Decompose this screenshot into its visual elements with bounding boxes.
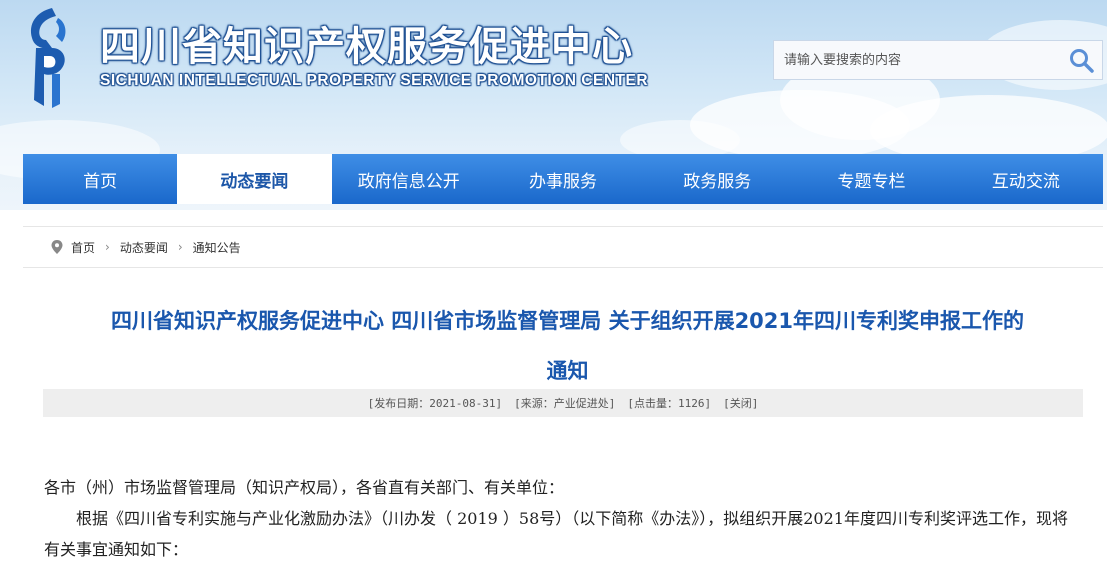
article-meta: [发布日期：2021-08-31] [来源：产业促进处] [点击量：1126] …	[43, 389, 1083, 417]
close-link[interactable]: [关闭]	[723, 395, 758, 411]
search-input[interactable]	[784, 41, 1054, 79]
view-count: [点击量：1126]	[627, 397, 712, 410]
article-body: 各市（州）市场监督管理局（知识产权局），各省直有关部门、有关单位： 根据《四川省…	[44, 472, 1074, 565]
search-box	[773, 40, 1103, 80]
breadcrumb: 首页 › 动态要闻 › 通知公告	[23, 226, 1103, 268]
nav-item-home[interactable]: 首页	[23, 154, 177, 204]
breadcrumb-news[interactable]: 动态要闻	[120, 239, 168, 256]
nav-item-news[interactable]: 动态要闻	[177, 154, 332, 204]
chevron-right-icon: ›	[105, 240, 110, 254]
nav-item-interaction[interactable]: 互动交流	[949, 154, 1103, 204]
nav-item-services[interactable]: 办事服务	[486, 154, 640, 204]
site-subtitle: SICHUAN INTELLECTUAL PROPERTY SERVICE PR…	[100, 72, 649, 89]
article-paragraph: 各市（州）市场监督管理局（知识产权局），各省直有关部门、有关单位：	[44, 478, 565, 497]
main-nav: 首页 动态要闻 政府信息公开 办事服务 政务服务 专题专栏 互动交流	[23, 154, 1103, 204]
article-title: 四川省知识产权服务促进中心 四川省市场监督管理局 关于组织开展2021年四川专利…	[40, 296, 1095, 396]
article-title-line: 四川省知识产权服务促进中心 四川省市场监督管理局 关于组织开展2021年四川专利…	[110, 309, 1025, 333]
breadcrumb-home[interactable]: 首页	[71, 239, 95, 256]
site-title: 四川省知识产权服务促进中心	[100, 24, 633, 70]
article-source: [来源：产业促进处]	[514, 397, 616, 410]
nav-item-gov-services[interactable]: 政务服务	[640, 154, 794, 204]
site-logo-icon[interactable]	[22, 4, 72, 110]
chevron-right-icon: ›	[177, 240, 183, 254]
location-pin-icon	[51, 240, 63, 254]
search-icon[interactable]	[1068, 47, 1096, 75]
article-paragraph: 根据《四川省专利实施与产业化激励办法》（川办发（ 2019 ）58号）（以下简称…	[44, 509, 1068, 559]
nav-item-topics[interactable]: 专题专栏	[794, 154, 948, 204]
breadcrumb-notices[interactable]: 通知公告	[193, 239, 241, 256]
publish-date: [发布日期：2021-08-31]	[367, 397, 503, 410]
nav-item-gov-info[interactable]: 政府信息公开	[332, 154, 486, 204]
